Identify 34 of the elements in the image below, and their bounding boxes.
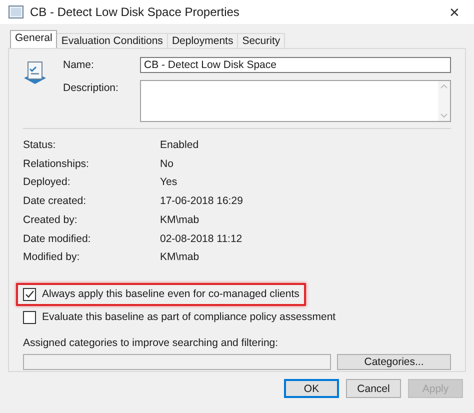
scrollbar[interactable]: [438, 81, 450, 121]
field-label: Description:: [63, 81, 120, 96]
property-value: No: [160, 158, 174, 172]
app-icon: [8, 4, 24, 20]
tab[interactable]: Security: [237, 33, 286, 48]
categories-label: Assigned categories to improve searching and filtering:: [23, 336, 280, 349]
close-button[interactable]: ✕: [443, 4, 466, 20]
property-value: KM\mab: [160, 214, 200, 228]
property-label: Created by:: [23, 214, 78, 228]
tab[interactable]: Deployments: [166, 33, 238, 48]
tab[interactable]: General: [10, 30, 58, 48]
property-label: Deployed:: [23, 176, 72, 190]
baseline-icon: [23, 60, 47, 86]
name-field[interactable]: CB - Detect Low Disk Space: [140, 57, 451, 73]
window-title: CB - Detect Low Disk Space Properties: [30, 5, 240, 19]
property-value: Enabled: [160, 139, 200, 153]
property-label: Modified by:: [23, 251, 81, 265]
categories-button[interactable]: Categories...: [337, 354, 451, 370]
property-label: Relationships:: [23, 158, 90, 172]
dialog-button[interactable]: OK: [284, 379, 339, 398]
description-field[interactable]: [140, 80, 451, 122]
property-value: 17-06-2018 16:29: [160, 195, 244, 209]
checkbox[interactable]: [23, 288, 36, 301]
property-value: Yes: [160, 176, 178, 190]
field-label: Name:: [63, 58, 95, 73]
checkbox-label: Always apply this baseline even for co-managed clients: [42, 288, 300, 300]
property-label: Date modified:: [23, 232, 92, 246]
checkbox[interactable]: [23, 310, 36, 324]
dialog-button[interactable]: Cancel: [346, 379, 401, 398]
property-label: Date created:: [23, 195, 88, 209]
property-value: KM\mab: [160, 251, 200, 265]
checkbox-label: Evaluate this baseline as part of compliance policy assessment: [42, 311, 336, 324]
property-value: 02-08-2018 11:12: [160, 232, 244, 246]
property-label: Status:: [23, 139, 57, 153]
